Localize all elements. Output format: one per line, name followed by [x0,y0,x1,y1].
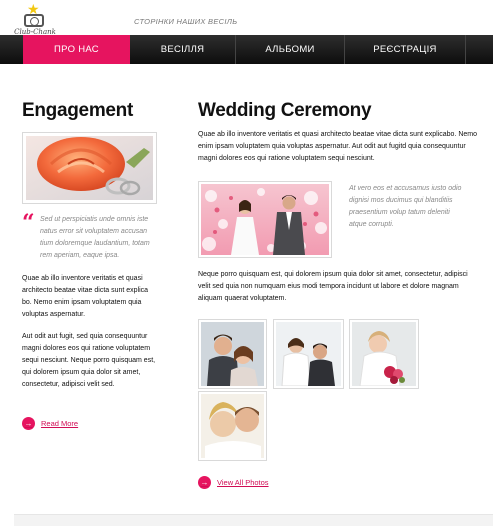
nav-divider [465,35,466,64]
nav-item-registration[interactable]: РЕЄСТРАЦІЯ [345,35,465,64]
read-more-label: Read More [41,419,79,428]
quote-icon: “ [22,210,35,236]
rose-rings-image [26,136,153,200]
engagement-photo[interactable] [22,132,157,204]
logo[interactable]: ★ Club-Chank [12,2,56,36]
gallery-thumb[interactable] [198,319,267,389]
engagement-quote: Sed ut perspiciatis unde omnis iste natu… [40,216,150,259]
view-all-photos-link[interactable]: → View All Photos [198,476,269,489]
engagement-title: Engagement [22,100,134,121]
couple-photo-1 [201,322,264,386]
gallery-thumb[interactable] [349,319,419,389]
arrow-right-icon: → [198,476,211,489]
couple-photo-2 [276,322,341,387]
nav-item-albums[interactable]: АЛЬБОМИ [236,35,344,64]
bride-bouquet-photo [352,322,416,387]
nav-item-weddings[interactable]: ВЕСІЛЛЯ [130,35,235,64]
ceremony-title: Wedding Ceremony [198,100,372,121]
ceremony-paragraph: Neque porro quisquam est, qui dolorem ip… [198,271,468,302]
couple-closeup-photo [201,394,264,458]
camera-icon [24,14,44,27]
site-tagline: СТОРІНКИ НАШИХ ВЕСІЛЬ [134,17,238,26]
gallery-thumb[interactable] [273,319,344,389]
read-more-link[interactable]: → Read More [22,417,78,430]
bride-groom-image [201,184,329,255]
ceremony-paragraph: Quae ab illo inventore veritatis et quas… [198,131,477,162]
gallery-thumb[interactable] [198,391,267,461]
footer-bar [14,514,493,526]
ceremony-photo-main[interactable] [198,181,332,258]
ceremony-quote: At vero eos et accusamus iusto odio dign… [349,185,462,228]
engagement-paragraph: Quae ab illo inventore veritatis et quas… [22,275,149,318]
engagement-paragraph: Aut odit aut fugit, sed quia consequuntu… [22,333,156,388]
main-nav: ПРО НАС ВЕСІЛЛЯ АЛЬБОМИ РЕЄСТРАЦІЯ [0,35,493,64]
nav-item-about[interactable]: ПРО НАС [23,35,130,64]
view-all-photos-label: View All Photos [217,478,269,487]
arrow-right-icon: → [22,417,35,430]
